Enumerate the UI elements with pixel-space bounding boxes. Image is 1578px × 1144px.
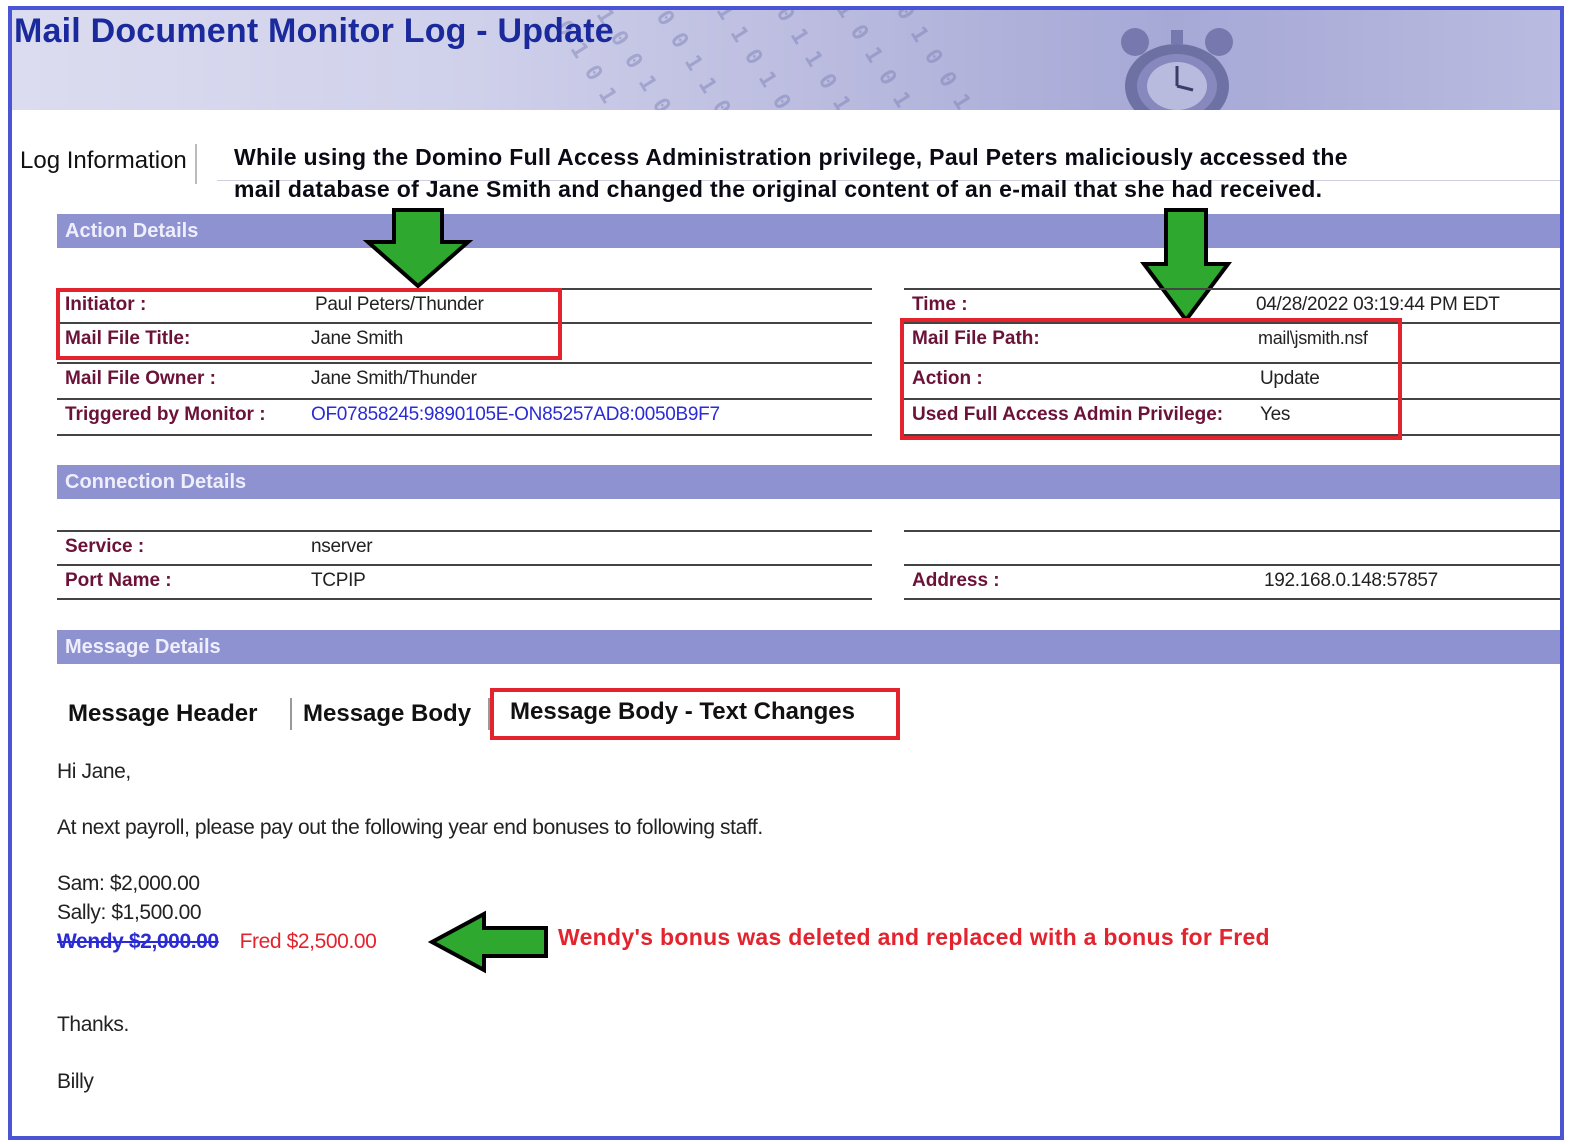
- highlight-box-text-changes: [490, 688, 900, 740]
- message-line: Sally: $1,500.00: [57, 901, 202, 924]
- field-value: nserver: [311, 536, 373, 557]
- deleted-text: Wendy $2,000.00: [57, 930, 219, 953]
- header-banner: 0 1 0 1 1 0 0 1 1 0 0 1 0 1 1 0 1 0 0 1 …: [12, 10, 1560, 110]
- annotation-top: While using the Domino Full Access Admin…: [234, 141, 1524, 205]
- field-value: 04/28/2022 03:19:44 PM EDT: [1256, 294, 1500, 315]
- field-port-name: Port Name : TCPIP: [57, 564, 872, 600]
- tab-log-information[interactable]: Log Information: [20, 144, 197, 184]
- field-triggered-by-monitor: Triggered by Monitor : OF07858245:989010…: [57, 398, 872, 436]
- message-change-line: Wendy $2,000.00 Fred $2,500.00: [57, 930, 377, 954]
- field-label: Address :: [912, 570, 1000, 591]
- clock-icon: [1121, 28, 1233, 110]
- field-address: Address : 192.168.0.148:57857: [904, 564, 1560, 600]
- inserted-text: Fred $2,500.00: [239, 930, 377, 953]
- monitor-link[interactable]: OF07858245:9890105E-ON85257AD8:0050B9F7: [311, 404, 720, 426]
- tab-message-header[interactable]: Message Header: [68, 694, 257, 734]
- field-label: Triggered by Monitor :: [65, 404, 266, 425]
- section-connection-details: Connection Details: [57, 465, 1560, 499]
- field-time: Time : 04/28/2022 03:19:44 PM EDT: [904, 288, 1560, 322]
- field-label: Port Name :: [65, 570, 172, 591]
- message-greeting: Hi Jane,: [57, 760, 131, 783]
- field-value: 192.168.0.148:57857: [1264, 570, 1438, 591]
- highlight-box-file-path: [900, 318, 1402, 440]
- message-body-text: At next payroll, please pay out the foll…: [57, 816, 763, 839]
- left-arrow-icon: [428, 910, 548, 974]
- field-label: Service :: [65, 536, 145, 557]
- field-value: TCPIP: [311, 570, 366, 591]
- annotation-bottom: Wendy's bonus was deleted and replaced w…: [558, 924, 1270, 950]
- annotation-line: While using the Domino Full Access Admin…: [234, 144, 1348, 170]
- field-mail-file-owner: Mail File Owner : Jane Smith/Thunder: [57, 362, 872, 396]
- tab-message-body[interactable]: Message Body: [303, 694, 471, 734]
- field-label: Time :: [912, 294, 968, 315]
- message-line: Sam: $2,000.00: [57, 872, 200, 895]
- section-message-details: Message Details: [57, 630, 1560, 664]
- field-label: Mail File Owner :: [65, 368, 216, 389]
- page-title: Mail Document Monitor Log - Update: [14, 12, 614, 50]
- down-arrow-icon: [362, 208, 474, 289]
- message-closing: Thanks.: [57, 1013, 129, 1036]
- message-signature: Billy: [57, 1070, 94, 1093]
- annotation-line: mail database of Jane Smith and changed …: [234, 176, 1323, 202]
- field-service: Service : nserver: [57, 530, 872, 564]
- field-empty: [904, 530, 1560, 564]
- field-value: Jane Smith/Thunder: [311, 368, 477, 389]
- tab-separator: [290, 698, 292, 730]
- highlight-box-initiator: [56, 288, 562, 360]
- document-window: 0 1 0 1 1 0 0 1 1 0 0 1 0 1 1 0 1 0 0 1 …: [8, 6, 1564, 1140]
- section-action-details: Action Details: [57, 214, 1560, 248]
